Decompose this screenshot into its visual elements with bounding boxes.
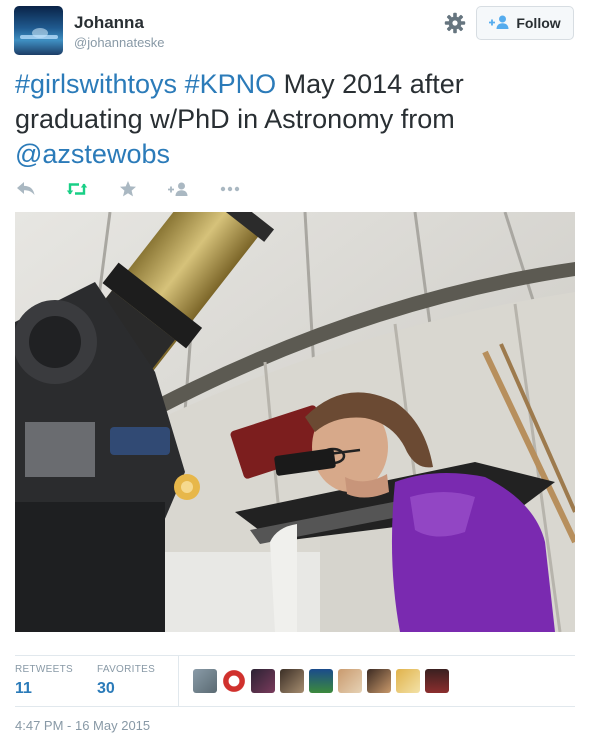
avatar[interactable]	[338, 669, 362, 693]
add-user-icon	[489, 14, 511, 33]
retweets-stat[interactable]: RETWEETS 11	[15, 664, 73, 698]
favorites-stat[interactable]: FAVORITES 30	[97, 664, 155, 698]
user-avatar[interactable]	[14, 6, 63, 55]
retweet-icon[interactable]	[66, 179, 88, 199]
user-name[interactable]: Johanna	[74, 13, 144, 33]
avatar[interactable]	[222, 669, 246, 693]
follow-button[interactable]: Follow	[476, 6, 574, 40]
avatar[interactable]	[193, 669, 217, 693]
follow-label: Follow	[516, 15, 561, 31]
avatar[interactable]	[396, 669, 420, 693]
avatar[interactable]	[309, 669, 333, 693]
favorites-count: 30	[97, 680, 115, 697]
reply-icon[interactable]	[15, 179, 37, 199]
hashtag-link[interactable]: #KPNO	[185, 69, 277, 99]
favorites-label: FAVORITES	[97, 664, 156, 675]
mention-link[interactable]: @azstewobs	[15, 139, 170, 169]
tweet-header: Johanna @johannateske Follow	[14, 6, 585, 56]
user-handle[interactable]: @johannateske	[74, 35, 165, 50]
tweet-actions	[15, 177, 270, 201]
favoriter-avatars	[193, 669, 449, 693]
stats-divider	[178, 656, 179, 706]
avatar[interactable]	[367, 669, 391, 693]
retweets-count: 11	[15, 680, 32, 697]
avatar[interactable]	[251, 669, 275, 693]
hashtag-link[interactable]: #girlswithtoys	[15, 69, 177, 99]
retweets-label: RETWEETS	[15, 664, 73, 675]
tweet-stats: RETWEETS 11 FAVORITES 30	[15, 655, 575, 707]
avatar[interactable]	[280, 669, 304, 693]
favorite-icon[interactable]	[117, 179, 139, 199]
gear-icon[interactable]	[443, 11, 467, 35]
tweet-timestamp[interactable]: 4:47 PM - 16 May 2015	[15, 718, 150, 733]
tweet-text: #girlswithtoys #KPNO May 2014 after grad…	[15, 67, 581, 172]
tweet-photo[interactable]	[15, 212, 575, 632]
avatar[interactable]	[425, 669, 449, 693]
follow-icon[interactable]	[168, 179, 190, 199]
more-icon[interactable]	[219, 179, 241, 199]
